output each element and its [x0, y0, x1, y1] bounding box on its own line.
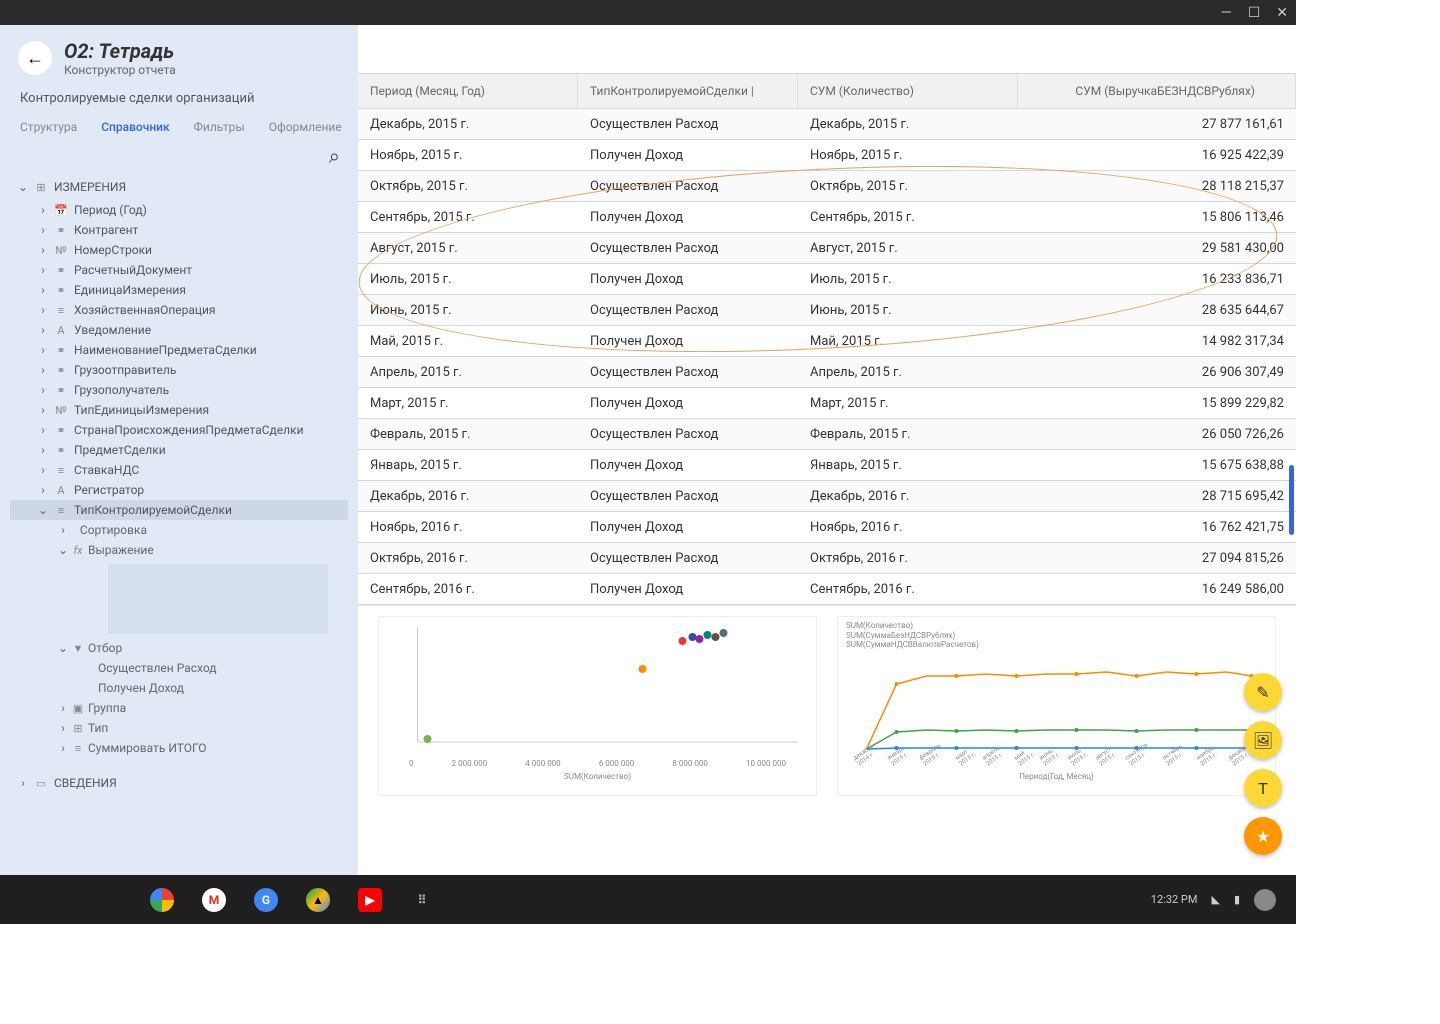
group-icon: ▣ — [71, 702, 85, 715]
filter-icon: ▼ — [71, 642, 85, 655]
info-icon: ▭ — [34, 777, 48, 790]
tree-item[interactable]: ›📅Период (Год) — [10, 200, 348, 220]
tab-filters[interactable]: Фильтры — [194, 120, 245, 134]
tree-type[interactable]: › ⊞ Тип — [10, 718, 348, 738]
expression-editor[interactable] — [108, 564, 328, 634]
tree-item[interactable]: ›⚭СтранаПроисхожденияПредметаСделки — [10, 420, 348, 440]
fab-column: ✎ 🖼 T ★ — [1244, 673, 1282, 855]
wifi-icon[interactable]: ◣ — [1211, 893, 1219, 906]
tab-reference[interactable]: Справочник — [101, 120, 169, 134]
tree-item[interactable]: ›⚭НаименованиеПредметаСделки — [10, 340, 348, 360]
chevron-down-icon: ⌄ — [18, 180, 28, 194]
table-row[interactable]: Октябрь, 2015 г.Осуществлен РасходОктябр… — [358, 171, 1296, 202]
grid-body[interactable]: Декабрь, 2015 г.Осуществлен РасходДекабр… — [358, 109, 1296, 605]
tree-item[interactable]: ›№ТипЕдиницыИзмерения — [10, 400, 348, 420]
charts-row: 02 000 0004 000 0006 000 0008 000 00010 … — [358, 605, 1296, 806]
tree-group[interactable]: › ▣ Группа — [10, 698, 348, 718]
tree-item[interactable]: ›≡СтавкаНДС — [10, 460, 348, 480]
chart-line[interactable]: SUM(Количество) SUM(СуммаБезНДСВРублях) … — [837, 616, 1276, 796]
back-button[interactable]: ← — [18, 41, 52, 75]
filter-value-1[interactable]: Осуществлен Расход — [10, 658, 348, 678]
chrome-icon[interactable] — [150, 888, 174, 912]
youtube-icon[interactable]: ▶ — [358, 888, 382, 912]
col-type[interactable]: ТипКонтролируемойСделки | — [578, 74, 798, 108]
section-info[interactable]: › ▭ СВЕДЕНИЯ — [10, 770, 348, 796]
col-sum-qty[interactable]: СУМ (Количество) — [798, 74, 1018, 108]
sidebar: ← О2: Тетрадь Конструктор отчета Контрол… — [0, 25, 358, 875]
maximize-icon[interactable]: ☐ — [1248, 5, 1261, 21]
tree-item[interactable]: ›№НомерСтроки — [10, 240, 348, 260]
tree-item[interactable]: ›⚭Грузоотправитель — [10, 360, 348, 380]
window-titlebar: — ☐ ✕ — [0, 0, 1296, 25]
tree-expression[interactable]: ⌄ fx Выражение — [10, 540, 348, 560]
gmail-icon[interactable]: M — [202, 888, 226, 912]
table-row[interactable]: Сентябрь, 2016 г.Получен ДоходСентябрь, … — [358, 574, 1296, 605]
table-row[interactable]: Апрель, 2015 г.Осуществлен РасходАпрель,… — [358, 357, 1296, 388]
section-dimensions[interactable]: ⌄ ⊞ ИЗМЕРЕНИЯ — [10, 174, 348, 200]
dimension-tree: ⌄ ⊞ ИЗМЕРЕНИЯ ›📅Период (Год)›⚭Контрагент… — [0, 174, 358, 875]
legend-2: SUM(СуммаБезНДСВРублях) — [846, 631, 1267, 641]
table-row[interactable]: Октябрь, 2016 г.Осуществлен РасходОктябр… — [358, 543, 1296, 574]
tree-item[interactable]: ›⚭ПредметСделки — [10, 440, 348, 460]
table-row[interactable]: Ноябрь, 2015 г.Получен ДоходНоябрь, 2015… — [358, 140, 1296, 171]
table-row[interactable]: Январь, 2015 г.Получен ДоходЯнварь, 2015… — [358, 450, 1296, 481]
fab-image[interactable]: 🖼 — [1244, 721, 1282, 759]
apps-icon[interactable]: ⠿ — [410, 888, 434, 912]
tree-item[interactable]: ›⚭Контрагент — [10, 220, 348, 240]
col-sum-revenue[interactable]: СУМ (ВыручкаБЕЗНДСВРублях) — [1018, 74, 1296, 108]
tree-item[interactable]: ›AРегистратор — [10, 480, 348, 500]
table-row[interactable]: Март, 2015 г.Получен ДоходМарт, 2015 г.1… — [358, 388, 1296, 419]
grid-header: Период (Месяц, Год) ТипКонтролируемойСде… — [358, 73, 1296, 109]
tree-item[interactable]: ›⚭ЕдиницаИзмерения — [10, 280, 348, 300]
tree-item[interactable]: ⌄≡ТипКонтролируемойСделки — [10, 500, 348, 520]
filter-value-2[interactable]: Получен Доход — [10, 678, 348, 698]
table-row[interactable]: Февраль, 2015 г.Осуществлен РасходФеврал… — [358, 419, 1296, 450]
tab-structure[interactable]: Структура — [20, 120, 77, 134]
col-period[interactable]: Период (Месяц, Год) — [358, 74, 578, 108]
table-row[interactable]: Июнь, 2015 г.Осуществлен РасходИюнь, 201… — [358, 295, 1296, 326]
tree-item[interactable]: ›⚭РасчетныйДокумент — [10, 260, 348, 280]
battery-icon[interactable]: ▮ — [1234, 893, 1240, 906]
chart-scatter[interactable]: 02 000 0004 000 0006 000 0008 000 00010 … — [378, 616, 817, 796]
chart1-xlabel: SUM(Количество) — [379, 772, 816, 781]
legend-3: SUM(СуммаНДСВВалютеРасчетов) — [846, 640, 1267, 650]
chevron-right-icon: › — [18, 776, 28, 790]
fab-highlight[interactable]: ✎ — [1244, 673, 1282, 711]
table-row[interactable]: Декабрь, 2016 г.Осуществлен РасходДекабр… — [358, 481, 1296, 512]
page-title: О2: Тетрадь — [64, 39, 176, 63]
legend-1: SUM(Количество) — [846, 621, 1267, 631]
table-row[interactable]: Сентябрь, 2015 г.Получен ДоходСентябрь, … — [358, 202, 1296, 233]
table-row[interactable]: Декабрь, 2015 г.Осуществлен РасходДекабр… — [358, 109, 1296, 140]
table-row[interactable]: Ноябрь, 2016 г.Получен ДоходНоябрь, 2016… — [358, 512, 1296, 543]
close-icon[interactable]: ✕ — [1276, 5, 1288, 21]
fab-text[interactable]: T — [1244, 769, 1282, 807]
google-icon[interactable]: G — [254, 888, 278, 912]
type-icon: ⊞ — [71, 722, 85, 735]
page-subtitle: Конструктор отчета — [64, 63, 176, 77]
avatar[interactable] — [1254, 889, 1276, 911]
tree-item[interactable]: ›⚭Грузополучатель — [10, 380, 348, 400]
scrollbar-thumb[interactable] — [1289, 465, 1294, 535]
clock[interactable]: 12:32 PM — [1151, 893, 1198, 906]
dimensions-icon: ⊞ — [34, 181, 48, 194]
tree-item[interactable]: ›AУведомление — [10, 320, 348, 340]
tree-filter[interactable]: ⌄ ▼ Отбор — [10, 638, 348, 658]
sidebar-tabs: Структура Справочник Фильтры Оформление — [0, 114, 358, 144]
drive-icon[interactable]: ▲ — [306, 888, 330, 912]
tree-item[interactable]: ›≡ХозяйственнаяОперация — [10, 300, 348, 320]
tree-sort[interactable]: › Сортировка — [10, 520, 348, 540]
tab-appearance[interactable]: Оформление — [269, 120, 342, 134]
taskbar: M G ▲ ▶ ⠿ 12:32 PM ◣ ▮ — [0, 875, 1296, 924]
fab-star[interactable]: ★ — [1244, 817, 1282, 855]
chart2-xlabel: Период(Год, Месяц) — [838, 772, 1275, 781]
page-description: Контролируемые сделки организаций — [0, 81, 358, 114]
sum-icon: ≡ — [71, 742, 85, 755]
table-row[interactable]: Июль, 2015 г.Получен ДоходИюль, 2015 г.1… — [358, 264, 1296, 295]
search-icon[interactable]: ⌕ — [329, 144, 340, 168]
table-row[interactable]: Август, 2015 г.Осуществлен РасходАвгуст,… — [358, 233, 1296, 264]
tree-sum-total[interactable]: › ≡ Суммировать ИТОГО — [10, 738, 348, 758]
table-row[interactable]: Май, 2015 г.Получен ДоходМай, 2015 г.14 … — [358, 326, 1296, 357]
main-panel: Период (Месяц, Год) ТипКонтролируемойСде… — [358, 25, 1296, 875]
minimize-icon[interactable]: — — [1221, 5, 1232, 21]
